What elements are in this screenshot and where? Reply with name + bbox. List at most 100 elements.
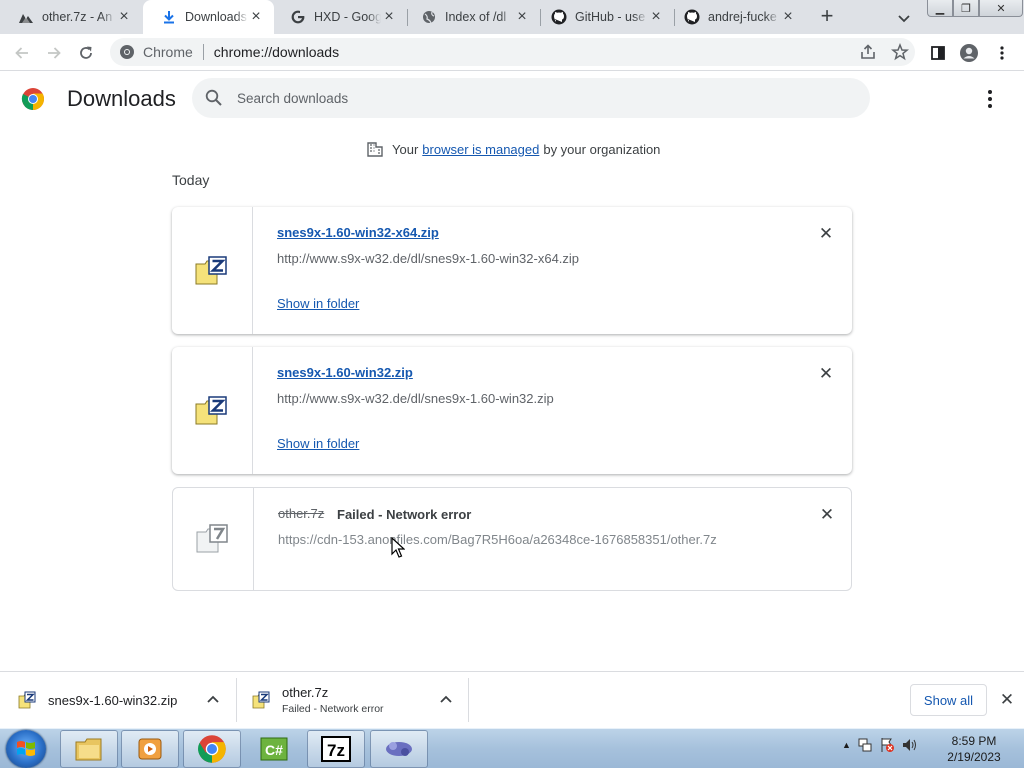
chevron-up-icon[interactable] [205, 692, 221, 708]
tab-andrej[interactable]: andrej-fucke × [666, 0, 806, 34]
bookmark-star-icon[interactable] [891, 43, 909, 61]
shelf-item[interactable]: snes9x-1.60-win32.zip [0, 678, 236, 722]
globe-icon [421, 9, 437, 25]
restore-button[interactable]: ❐ [953, 0, 979, 17]
chevron-up-icon[interactable] [438, 692, 454, 708]
zip-archive-icon [195, 395, 227, 424]
file-icon-column [173, 488, 254, 590]
building-icon [367, 142, 383, 157]
taskbar-media-player[interactable] [121, 730, 179, 768]
tab-title: Downloads [185, 10, 247, 24]
github-icon [684, 9, 700, 25]
chrome-icon [198, 735, 226, 763]
close-icon[interactable]: × [514, 8, 530, 25]
remove-download-button[interactable]: ✕ [817, 225, 835, 243]
clock-time: 8:59 PM [951, 734, 997, 748]
folder-icon [75, 738, 102, 761]
shelf-item-name: other.7z [282, 685, 329, 700]
tab-search-chevron-icon[interactable] [895, 9, 913, 27]
browser-menu-icon[interactable] [991, 42, 1013, 64]
tab-title: HXD - Googl [314, 10, 381, 24]
forward-button[interactable] [43, 42, 65, 64]
file-url[interactable]: http://www.s9x-w32.de/dl/snes9x-1.60-win… [277, 391, 554, 406]
clock-date: 2/19/2023 [947, 750, 1001, 764]
7zip-icon: 7z [321, 736, 351, 762]
reload-button[interactable] [75, 42, 97, 64]
volume-icon[interactable] [901, 737, 917, 753]
search-icon [205, 89, 222, 106]
new-tab-button[interactable]: + [815, 5, 839, 29]
chip-label: Chrome [143, 44, 193, 60]
tab-title: GitHub - use [575, 10, 646, 24]
tab-strip: other.7z - An × Downloads × HXD - Googl … [0, 0, 1024, 34]
browser-managed-link[interactable]: browser is managed [422, 142, 539, 157]
tab-title: other.7z - An [42, 10, 113, 24]
taskbar-7zip[interactable]: 7z [307, 730, 365, 768]
file-url[interactable]: http://www.s9x-w32.de/dl/snes9x-1.60-win… [277, 251, 579, 266]
taskbar-chrome[interactable] [183, 730, 241, 768]
tab-hxd-google[interactable]: HXD - Googl × [272, 0, 407, 34]
tab-index-of-dl[interactable]: Index of /dl × [403, 0, 540, 34]
show-all-button[interactable]: Show all [910, 684, 987, 716]
close-shelf-button[interactable]: ✕ [998, 691, 1016, 709]
chrome-chip[interactable]: Chrome [119, 44, 214, 60]
download-status: Failed - Network error [337, 507, 472, 522]
date-section-label: Today [172, 172, 210, 188]
back-button[interactable] [11, 42, 33, 64]
close-icon[interactable]: × [648, 8, 664, 25]
shelf-item[interactable]: other.7z Failed - Network error [236, 678, 468, 722]
window-close-button[interactable]: ✕ [979, 0, 1023, 17]
download-icon [161, 9, 177, 25]
network-icon[interactable] [857, 737, 873, 753]
show-in-folder-link[interactable]: Show in folder [277, 436, 359, 451]
tab-downloads[interactable]: Downloads × [143, 0, 274, 34]
close-icon[interactable]: × [381, 8, 397, 25]
taskbar-csharp[interactable]: C# [245, 730, 303, 768]
taskbar-other-app[interactable] [370, 730, 428, 768]
chrome-mono-icon [120, 45, 134, 59]
file-name-link[interactable]: snes9x-1.60-win32-x64.zip [277, 225, 439, 240]
profile-avatar-icon[interactable] [958, 42, 980, 64]
browser-toolbar: Chrome chrome://downloads [0, 34, 1024, 71]
close-icon[interactable]: × [248, 8, 264, 25]
anonfiles-icon [18, 9, 34, 25]
shelf-item-name: snes9x-1.60-win32.zip [48, 692, 178, 708]
close-icon[interactable]: × [116, 8, 132, 25]
page-title: Downloads [67, 86, 176, 111]
address-bar[interactable]: Chrome chrome://downloads [110, 38, 915, 66]
start-orb-button[interactable] [6, 730, 46, 768]
more-actions-icon[interactable] [980, 88, 1000, 110]
window-controls: ▁ ❐ ✕ [927, 0, 1023, 17]
tab-other7z[interactable]: other.7z - An × [0, 0, 142, 34]
show-hidden-icons-icon[interactable]: ▲ [842, 740, 851, 750]
file-name-failed: other.7z [278, 506, 325, 521]
file-url[interactable]: https://cdn-153.anonfiles.com/Bag7R5H6oa… [278, 532, 717, 547]
close-icon[interactable]: × [780, 8, 796, 25]
download-card-failed: other.7z Failed - Network error https://… [172, 487, 852, 591]
chrome-logo-icon [21, 88, 44, 110]
shelf-separator [468, 678, 469, 722]
download-card: snes9x-1.60-win32-x64.zip http://www.s9x… [172, 207, 852, 334]
tab-title: Index of /dl [445, 10, 507, 24]
side-panel-icon[interactable] [927, 42, 949, 64]
action-center-flag-icon[interactable] [879, 737, 895, 753]
search-downloads-bar[interactable] [192, 78, 870, 118]
share-icon[interactable] [859, 43, 877, 61]
taskbar-file-explorer[interactable] [60, 730, 118, 768]
show-in-folder-link[interactable]: Show in folder [277, 296, 359, 311]
managed-suffix: by your organization [543, 141, 661, 157]
taskbar-clock[interactable]: 8:59 PM 2/19/2023 [936, 733, 1012, 765]
google-icon [290, 9, 306, 25]
file-name-link[interactable]: snes9x-1.60-win32.zip [277, 365, 413, 380]
remove-download-button[interactable]: ✕ [818, 506, 836, 524]
managed-prefix: Your [392, 141, 419, 157]
mouse-cursor-icon [391, 537, 405, 558]
github-icon [551, 9, 567, 25]
download-shelf: snes9x-1.60-win32.zip other.7z Failed - … [0, 671, 1024, 728]
tab-title: andrej-fucke [708, 10, 777, 24]
remove-download-button[interactable]: ✕ [817, 365, 835, 383]
tab-github-user[interactable]: GitHub - use × [533, 0, 674, 34]
search-input[interactable] [237, 90, 837, 106]
file-icon-column [172, 207, 253, 334]
minimize-button[interactable]: ▁ [927, 0, 953, 17]
